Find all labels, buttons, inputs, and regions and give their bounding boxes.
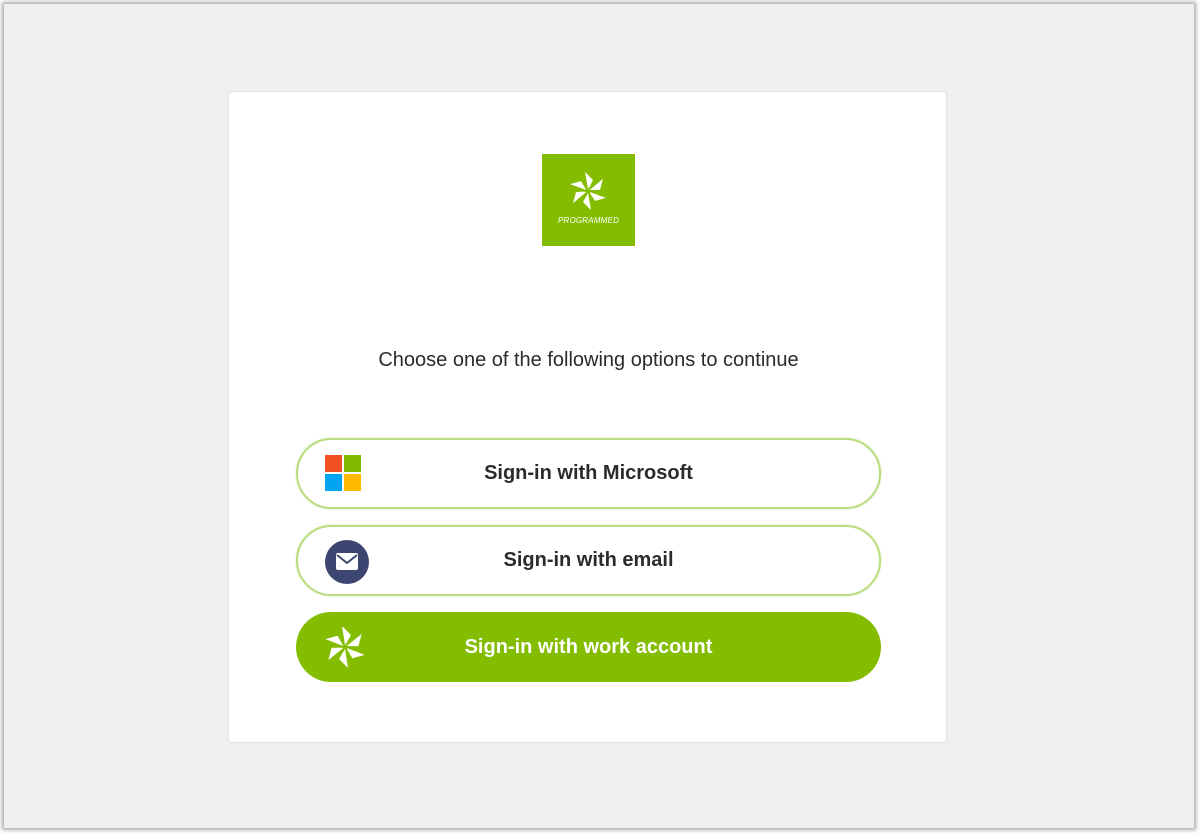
sign-in-work-account-button[interactable]: Sign-in with work account (296, 612, 881, 682)
login-card: PROGRAMMED Choose one of the following o… (228, 91, 947, 743)
pinwheel-icon (570, 172, 606, 210)
sign-in-microsoft-button[interactable]: Sign-in with Microsoft (296, 438, 881, 509)
brand-logo: PROGRAMMED (542, 154, 635, 246)
sign-in-microsoft-label: Sign-in with Microsoft (484, 462, 693, 484)
login-prompt: Choose one of the following options to c… (378, 349, 799, 371)
sign-in-email-button[interactable]: Sign-in with email (296, 525, 881, 596)
sign-in-work-account-label: Sign-in with work account (464, 635, 713, 658)
page-background: PROGRAMMED Choose one of the following o… (4, 4, 1194, 828)
brand-logo-text: PROGRAMMED (557, 216, 620, 225)
sign-in-email-label: Sign-in with email (503, 549, 674, 571)
